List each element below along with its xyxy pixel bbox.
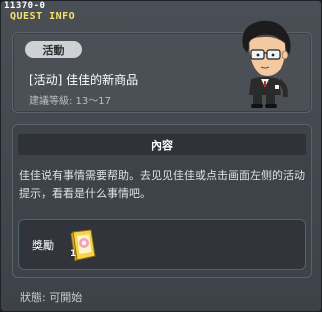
quest-info-window: 11370-0 QUEST INFO 活動 [活动] 佳佳的新商品 建議等級: … — [0, 0, 322, 312]
reward-count: 1 — [70, 249, 77, 259]
quest-id: 11370-0 — [4, 1, 46, 11]
quest-description: 佳佳说有事情需要帮助。去见见佳佳或点击画面左侧的活动提示，看看是什么事情吧。 — [19, 169, 305, 200]
quest-detail-panel: 內容 佳佳说有事情需要帮助。去见见佳佳或点击画面左侧的活动提示，看看是什么事情吧… — [12, 124, 312, 278]
quest-name: [活动] 佳佳的新商品 — [29, 73, 139, 87]
reward-label: 獎勵 — [32, 239, 54, 252]
content-header: 內容 — [18, 134, 306, 155]
npc-portrait — [242, 20, 291, 108]
reward-section: 獎勵 1 — [18, 219, 306, 270]
quest-status: 狀態: 可開始 — [20, 291, 83, 304]
category-badge: 活動 — [25, 41, 82, 58]
window-title: QUEST INFO — [10, 11, 76, 22]
recommended-level: 建議等級: 13～17 — [29, 96, 111, 107]
